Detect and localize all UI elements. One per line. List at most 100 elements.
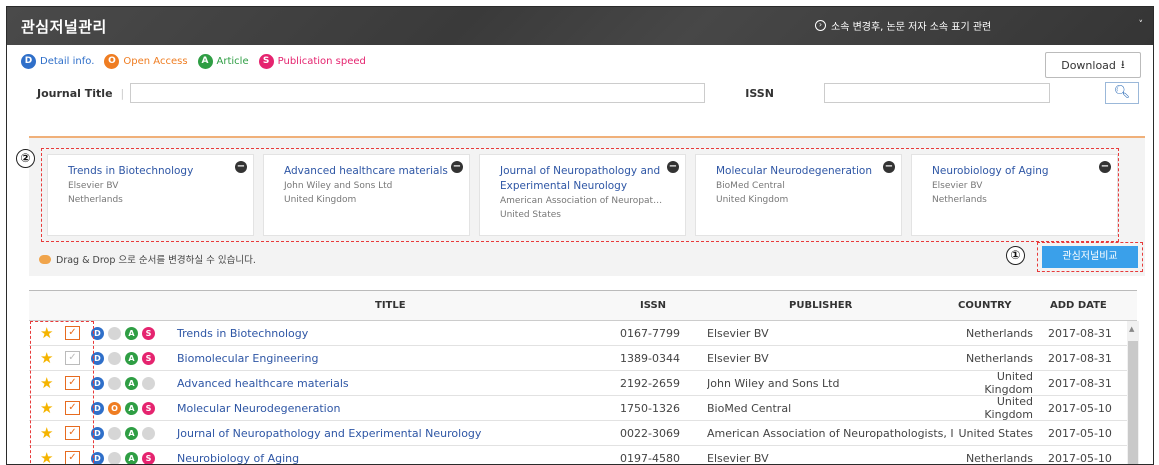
badge-o-icon[interactable]: O <box>108 401 121 415</box>
legend-badge-icon: D <box>21 53 36 69</box>
legend-bar: D Detail info. O Open Access A Article S Public… <box>7 45 1153 77</box>
row-issn: 1389-0344 <box>620 351 680 365</box>
scroll-up-icon[interactable]: ▲ <box>1129 325 1134 333</box>
badge-s-icon[interactable]: S <box>142 451 155 464</box>
journal-card[interactable]: Journal of Neuropathology and Experiment… <box>479 154 686 236</box>
legend-badge-icon: S <box>258 53 274 69</box>
row-country: United States <box>958 426 1034 440</box>
badge-a-icon[interactable]: A <box>125 401 138 415</box>
table-row: ★ ✓ D O A S Molecular Neurodegeneration 1750-13… <box>29 395 1137 421</box>
row-issn: 2192-2659 <box>620 376 680 390</box>
row-country: Netherlands <box>965 326 1033 340</box>
row-badges: DA <box>91 376 159 390</box>
journal-card[interactable]: Molecular Neurodegeneration BioMed Centra… <box>695 154 902 236</box>
annotation-one: ① <box>1006 246 1025 265</box>
col-add-date[interactable]: ADD DATE <box>1050 300 1107 311</box>
separator: | <box>120 86 125 100</box>
col-title[interactable]: TITLE <box>375 300 406 311</box>
remove-icon[interactable]: − <box>1099 161 1111 173</box>
card-title[interactable]: Neurobiology of Aging <box>932 164 1107 179</box>
badge-o-icon <box>108 451 121 464</box>
card-publisher: John Wiley and Sons Ltd <box>284 181 393 191</box>
table-row: ★ ✓ D A Advanced healthcare materials 2192-26… <box>29 370 1137 396</box>
row-badges: DAS <box>91 326 159 340</box>
download-icon: ⭳ <box>1120 57 1125 71</box>
col-country[interactable]: COUNTRY <box>958 300 1012 311</box>
row-publisher: Elsevier BV <box>707 351 769 365</box>
legend-label: Publication speed <box>277 55 366 67</box>
row-title-link[interactable]: Biomolecular Engineering <box>177 352 318 365</box>
card-country: United Kingdom <box>284 195 357 205</box>
row-title-link[interactable]: Molecular Neurodegeneration <box>177 402 340 415</box>
favorite-journals-panel: Trends in Biotechnology Elsevier BV Nether… <box>29 136 1145 276</box>
remove-icon[interactable]: − <box>235 161 247 173</box>
journal-card[interactable]: Trends in Biotechnology Elsevier BV Nether… <box>47 154 254 236</box>
badge-s-icon[interactable]: S <box>142 401 155 415</box>
row-add-date: 2017-08-31 <box>1048 326 1112 340</box>
notice-text: 소속 변경후, 논문 저자 소속 표기 관련 <box>831 22 992 33</box>
header-bar: 관심저널관리 › 소속 변경후, 논문 저자 소속 표기 관련 ˅ <box>7 7 1153 45</box>
col-publisher[interactable]: PUBLISHER <box>789 300 852 311</box>
card-publisher: Elsevier BV <box>932 181 983 191</box>
search-button[interactable]: 🔍︎ <box>1105 82 1139 104</box>
row-title-link[interactable]: Neurobiology of Aging <box>177 452 299 465</box>
row-publisher: Elsevier BV <box>707 451 769 465</box>
search-icon: 🔍︎ <box>1113 85 1131 100</box>
row-title-link[interactable]: Journal of Neuropathology and Experiment… <box>177 427 481 440</box>
download-button[interactable]: Download ⭳ <box>1045 52 1141 78</box>
row-badges: DOAS <box>91 401 159 415</box>
journal-manager-window: 관심저널관리 › 소속 변경후, 논문 저자 소속 표기 관련 ˅ D Detai… <box>6 6 1154 465</box>
journal-card[interactable]: Neurobiology of Aging Elsevier BV Netherla… <box>911 154 1118 236</box>
row-add-date: 2017-08-31 <box>1048 351 1112 365</box>
row-issn: 1750-1326 <box>620 401 680 415</box>
col-issn[interactable]: ISSN <box>640 300 666 311</box>
card-title[interactable]: Advanced healthcare materials <box>284 164 459 179</box>
table-body: ★ ✓ D A S Trends in Biotechnology 0167-7799 Els… <box>29 321 1137 465</box>
card-country: Netherlands <box>932 195 987 205</box>
badge-a-icon[interactable]: A <box>125 426 138 440</box>
card-country: United States <box>500 210 561 220</box>
card-publisher: Elsevier BV <box>68 181 119 191</box>
legend-item: O Open Access <box>104 53 188 69</box>
remove-icon[interactable]: − <box>883 161 895 173</box>
badge-a-icon[interactable]: A <box>125 351 138 365</box>
badge-s-icon[interactable]: S <box>142 351 155 365</box>
table-row: ★ ✓ D A S Trends in Biotechnology 0167-7799 Els… <box>29 321 1137 346</box>
row-badges: DAS <box>91 351 159 365</box>
drag-drop-hint: Drag & Drop 으로 순서를 변경하실 수 있습니다. <box>39 252 256 266</box>
row-title-link[interactable]: Trends in Biotechnology <box>177 327 308 340</box>
row-country: United Kingdom <box>984 370 1033 396</box>
card-title[interactable]: Trends in Biotechnology <box>68 164 243 179</box>
badge-s-icon <box>142 426 155 440</box>
remove-icon[interactable]: − <box>667 161 679 173</box>
badge-a-icon[interactable]: A <box>125 451 138 464</box>
row-badges: DA <box>91 426 159 440</box>
table-row: ★ ✓ D A S Neurobiology of Aging 0197-4580 Elsev… <box>29 446 1137 465</box>
row-country: Netherlands <box>965 351 1033 365</box>
journal-title-input[interactable] <box>130 83 706 103</box>
card-title[interactable]: Journal of Neuropathology and Experiment… <box>500 164 675 194</box>
table-scrollbar[interactable]: ▲ <box>1127 321 1139 464</box>
page-title: 관심저널관리 <box>21 17 107 36</box>
scrollbar-thumb[interactable] <box>1128 341 1138 464</box>
badge-a-icon[interactable]: A <box>125 376 138 390</box>
row-badges: DAS <box>91 451 159 464</box>
remove-icon[interactable]: − <box>451 161 463 173</box>
chevron-down-icon[interactable]: ˅ <box>1139 20 1144 30</box>
badge-o-icon <box>108 326 121 340</box>
search-row: Journal Title | ISSN 🔍︎ <box>7 77 1153 109</box>
issn-input[interactable] <box>823 83 1050 103</box>
row-title-link[interactable]: Advanced healthcare materials <box>177 377 349 390</box>
badge-a-icon[interactable]: A <box>125 326 138 340</box>
card-country: United Kingdom <box>716 195 789 205</box>
legend-label: Detail info. <box>40 55 95 67</box>
compare-journals-button[interactable]: 관심저널비교 <box>1042 246 1138 268</box>
legend-item: S Publication speed <box>258 53 366 69</box>
notice-link[interactable]: › 소속 변경후, 논문 저자 소속 표기 관련 <box>815 18 991 33</box>
circle-arrow-icon: › <box>815 20 826 31</box>
journal-card[interactable]: Advanced healthcare materials John Wiley … <box>263 154 470 236</box>
drag-drop-text: Drag & Drop 으로 순서를 변경하실 수 있습니다. <box>56 255 256 266</box>
row-issn: 0167-7799 <box>620 326 680 340</box>
badge-s-icon[interactable]: S <box>142 326 155 340</box>
card-title[interactable]: Molecular Neurodegeneration <box>716 164 891 179</box>
